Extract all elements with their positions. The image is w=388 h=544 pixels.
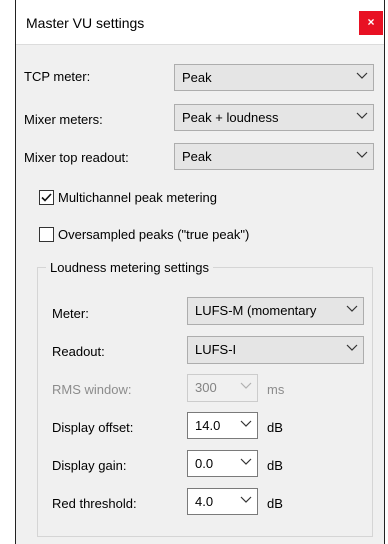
loudness-group-title: Loudness metering settings	[46, 260, 213, 275]
mixer-top-readout-select[interactable]: Peak	[174, 143, 374, 170]
red-threshold-value: 4.0	[195, 494, 214, 509]
display-gain-value: 0.0	[195, 456, 214, 471]
multichannel-label: Multichannel peak metering	[58, 190, 217, 205]
mixer-top-readout-value: Peak	[182, 149, 212, 164]
title-bar: Master VU settings ×	[16, 0, 384, 44]
display-offset-field[interactable]: 14.0	[187, 412, 258, 439]
tcp-meter-label: TCP meter:	[24, 69, 91, 84]
chevron-down-icon	[356, 112, 368, 119]
mixer-meters-select[interactable]: Peak + loudness	[174, 104, 374, 131]
display-offset-value: 14.0	[195, 418, 221, 433]
red-threshold-field[interactable]: 4.0	[187, 488, 258, 515]
oversampled-checkbox[interactable]	[39, 227, 54, 242]
meter-select[interactable]: LUFS-M (momentary	[187, 297, 364, 325]
title-separator	[16, 44, 384, 45]
chevron-down-icon	[356, 72, 368, 79]
display-gain-unit: dB	[267, 458, 283, 473]
chevron-down-icon	[240, 382, 252, 389]
display-gain-field[interactable]: 0.0	[187, 450, 258, 477]
chevron-down-icon	[346, 344, 358, 351]
rms-window-field: 300	[187, 374, 258, 402]
mixer-top-readout-label: Mixer top readout:	[24, 150, 129, 165]
display-offset-label: Display offset:	[52, 420, 134, 435]
mixer-meters-label: Mixer meters:	[24, 112, 103, 127]
red-threshold-label: Red threshold:	[52, 496, 137, 511]
rms-window-unit: ms	[267, 382, 285, 397]
settings-dialog: Master VU settings × TCP meter: Peak Mix…	[15, 0, 385, 544]
readout-select[interactable]: LUFS-I	[187, 336, 364, 364]
display-gain-label: Display gain:	[52, 458, 127, 473]
close-icon: ×	[367, 15, 375, 29]
multichannel-checkbox[interactable]	[39, 190, 54, 205]
dialog-title: Master VU settings	[26, 15, 145, 31]
readout-label: Readout:	[52, 344, 105, 359]
checkmark-icon	[41, 193, 52, 202]
rms-window-value: 300	[195, 380, 217, 395]
chevron-down-icon	[346, 305, 358, 312]
close-button[interactable]: ×	[359, 11, 383, 35]
rms-window-label: RMS window:	[52, 382, 132, 397]
mixer-meters-value: Peak + loudness	[182, 110, 279, 125]
tcp-meter-select[interactable]: Peak	[174, 64, 374, 91]
display-offset-unit: dB	[267, 420, 283, 435]
meter-label: Meter:	[52, 306, 89, 321]
chevron-down-icon	[240, 458, 252, 465]
chevron-down-icon	[240, 496, 252, 503]
readout-value: LUFS-I	[195, 342, 237, 357]
meter-value: LUFS-M (momentary	[195, 303, 317, 318]
chevron-down-icon	[240, 420, 252, 427]
red-threshold-unit: dB	[267, 496, 283, 511]
chevron-down-icon	[356, 151, 368, 158]
oversampled-label: Oversampled peaks ("true peak")	[58, 227, 250, 242]
tcp-meter-value: Peak	[182, 70, 212, 85]
